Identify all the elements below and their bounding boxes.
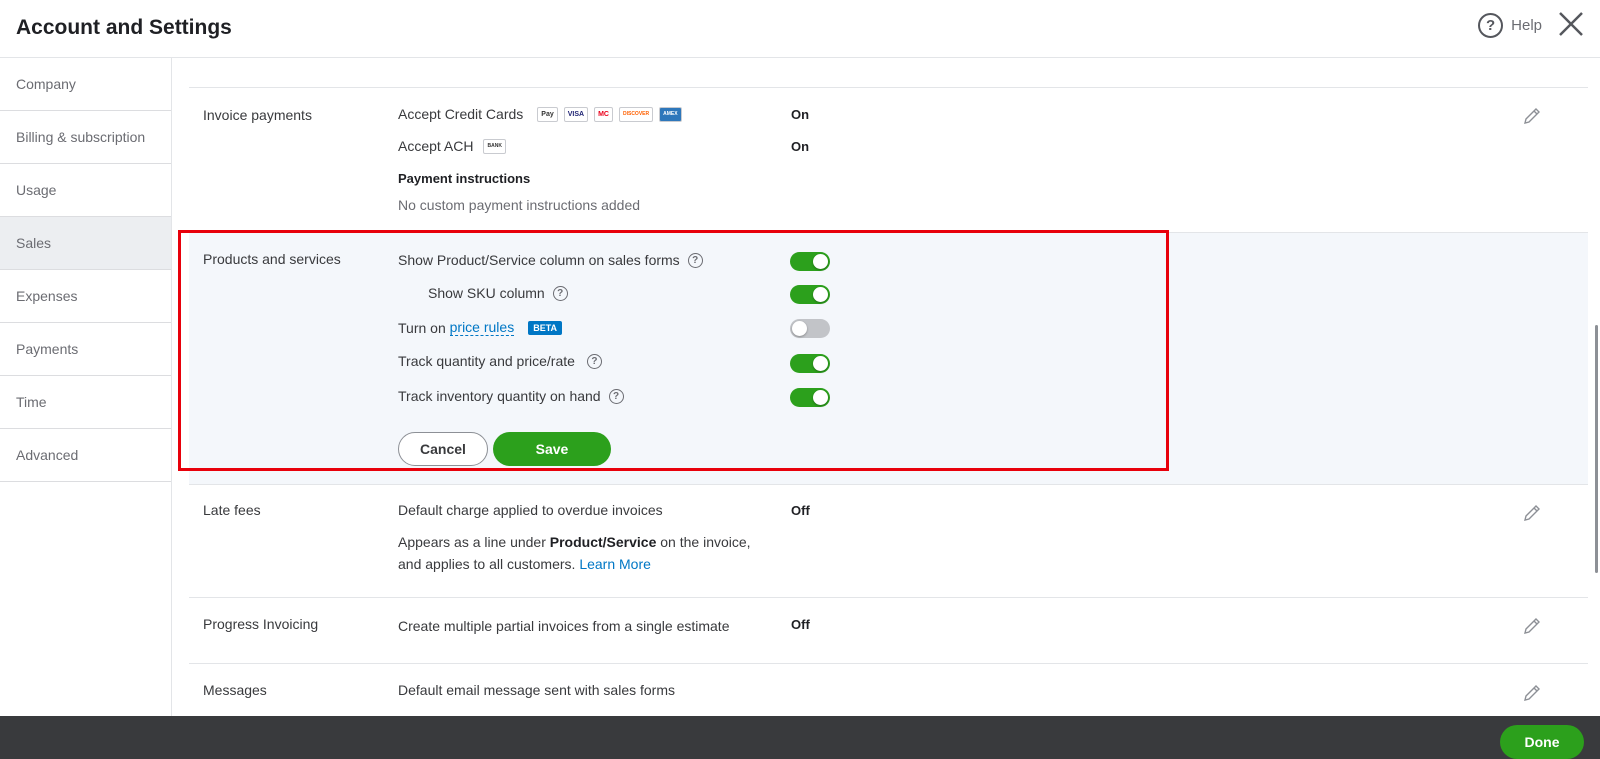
price-rules-toggle[interactable] (790, 319, 830, 338)
show-sku-toggle[interactable] (790, 285, 830, 304)
visa-icon: VISA (563, 106, 589, 122)
sidebar-item-payments[interactable]: Payments (0, 323, 171, 376)
toggle-knob (813, 390, 828, 405)
show-product-service-toggle[interactable] (790, 252, 830, 271)
beta-badge: BETA (528, 320, 563, 335)
products-services-section: Products and services Show Product/Servi… (189, 232, 1588, 484)
learn-more-link[interactable]: Learn More (579, 556, 651, 572)
sidebar-item-company[interactable]: Company (0, 58, 171, 111)
payment-instructions-title: Payment instructions (398, 171, 531, 186)
header: Account and Settings ? Help (0, 0, 1600, 58)
ach-status: On (791, 139, 810, 154)
toggle-knob (813, 287, 828, 302)
track-quantity-row: Track quantity and price/rate ? (398, 353, 602, 369)
sidebar: Company Billing & subscription Usage Sal… (0, 58, 172, 716)
progress-invoicing-section: Progress Invoicing Create multiple parti… (189, 597, 1588, 663)
scrollbar[interactable] (1595, 325, 1598, 573)
apple-pay-icon: Pay (537, 106, 558, 122)
track-inventory-toggle[interactable] (790, 388, 830, 407)
help-icon: ? (1478, 13, 1504, 38)
show-sku-row: Show SKU column ? (428, 285, 568, 301)
sidebar-item-advanced[interactable]: Advanced (0, 429, 171, 482)
progress-invoicing-description: Create multiple partial invoices from a … (398, 618, 730, 634)
cancel-button[interactable]: Cancel (398, 432, 488, 466)
pencil-icon[interactable] (1522, 683, 1542, 703)
question-icon[interactable]: ? (608, 388, 624, 404)
late-fees-detail: Appears as a line under Product/Service … (398, 534, 751, 550)
progress-invoicing-status: Off (791, 617, 810, 632)
section-label: Invoice payments (203, 107, 312, 123)
pencil-icon[interactable] (1522, 106, 1542, 126)
discover-icon: DISCOVER (618, 106, 654, 122)
sidebar-item-expenses[interactable]: Expenses (0, 270, 171, 323)
amex-icon: AMEX (659, 106, 682, 122)
late-fees-detail-2: and applies to all customers. Learn More (398, 556, 651, 572)
section-label: Progress Invoicing (203, 616, 319, 632)
sidebar-item-sales[interactable]: Sales (0, 217, 171, 270)
track-inventory-row: Track inventory quantity on hand ? (398, 388, 624, 404)
sidebar-item-time[interactable]: Time (0, 376, 171, 429)
messages-section: Messages Default email message sent with… (189, 663, 1588, 716)
toggle-knob (813, 356, 828, 371)
question-icon[interactable]: ? (687, 252, 703, 268)
late-fees-section: Late fees Default charge applied to over… (189, 484, 1588, 597)
done-button[interactable]: Done (1500, 725, 1584, 759)
close-icon[interactable] (1556, 9, 1586, 39)
bank-icon: BANK (483, 138, 506, 154)
show-product-service-row: Show Product/Service column on sales for… (398, 252, 703, 268)
accept-credit-cards-row: Accept Credit Cards Pay VISA MC DISCOVER… (398, 106, 682, 122)
accept-ach-row: Accept ACH BANK (398, 138, 506, 154)
section-label: Products and services (203, 251, 341, 267)
pencil-icon[interactable] (1522, 503, 1542, 523)
late-fees-status: Off (791, 503, 810, 518)
help-label: Help (1511, 17, 1542, 34)
card-logos: Pay VISA MC DISCOVER AMEX (531, 106, 682, 122)
question-icon[interactable]: ? (552, 285, 568, 301)
section-label: Messages (203, 682, 267, 698)
messages-description: Default email message sent with sales fo… (398, 682, 675, 698)
page-title: Account and Settings (16, 16, 232, 39)
price-rules-link[interactable]: price rules (449, 319, 515, 336)
price-rules-row: Turn on price rules BETA (398, 319, 563, 336)
credit-cards-status: On (791, 107, 810, 122)
section-label: Late fees (203, 502, 261, 518)
settings-main: Invoice payments Accept Credit Cards Pay… (172, 58, 1588, 716)
sidebar-item-usage[interactable]: Usage (0, 164, 171, 217)
save-button[interactable]: Save (493, 432, 611, 466)
help-button[interactable]: ? Help (1478, 13, 1542, 38)
footer-bar: Done (0, 716, 1600, 759)
toggle-knob (813, 254, 828, 269)
sidebar-item-billing[interactable]: Billing & subscription (0, 111, 171, 164)
track-quantity-toggle[interactable] (790, 354, 830, 373)
payment-instructions-text: No custom payment instructions added (398, 197, 641, 213)
late-fees-description: Default charge applied to overdue invoic… (398, 502, 663, 518)
question-icon[interactable]: ? (586, 353, 602, 369)
pencil-icon[interactable] (1522, 616, 1542, 636)
toggle-knob (792, 321, 807, 336)
invoice-payments-section: Invoice payments Accept Credit Cards Pay… (189, 87, 1588, 232)
mastercard-icon: MC (594, 106, 613, 122)
